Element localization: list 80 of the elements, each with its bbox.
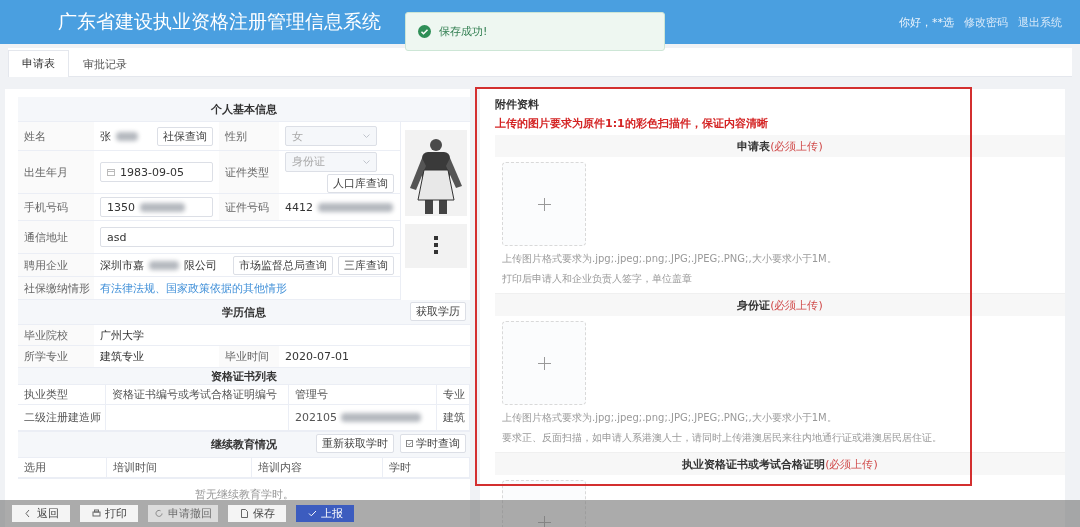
section-title: 继续教育情况 xyxy=(211,437,277,452)
column-header: 专业 xyxy=(437,385,470,405)
printer-icon xyxy=(91,509,101,518)
print-button[interactable]: 打印 xyxy=(80,505,138,522)
section-title: 身份证 xyxy=(737,297,771,313)
plus-icon xyxy=(537,356,551,370)
calendar-icon xyxy=(107,168,115,176)
check-icon xyxy=(307,509,317,518)
table-cell: 二级注册建造师 xyxy=(18,405,106,431)
table-cell: 建筑 xyxy=(437,405,470,431)
upload-hint: 上传图片格式要求为.jpg;.jpeg;.png;.JPG;.JPEG;.PNG;,大小要求小于1M。 xyxy=(502,411,838,425)
field-label: 社保缴纳情形 xyxy=(18,277,94,299)
hours-query-button[interactable]: 学时查询 xyxy=(400,434,466,453)
select-field: 身份证 xyxy=(285,151,377,172)
date-field[interactable]: 1983-09-05 xyxy=(100,162,213,182)
system-title: 广东省建设执业资格注册管理信息系统 xyxy=(58,9,381,34)
field-value: 张 xyxy=(100,128,111,144)
query-button[interactable]: 三库查询 xyxy=(338,255,394,275)
submit-button[interactable]: 上报 xyxy=(296,505,354,522)
field-value: 广州大学 xyxy=(100,327,144,343)
column-header: 培训时间 xyxy=(107,458,252,478)
field-label: 性别 xyxy=(219,122,279,150)
check-circle-icon xyxy=(418,25,431,38)
refetch-button[interactable]: 重新获取学时 xyxy=(316,434,394,453)
toast-message: 保存成功! xyxy=(439,24,488,39)
section-title: 学历信息 xyxy=(222,304,266,320)
chevron-down-icon xyxy=(363,159,370,164)
column-header: 管理号 xyxy=(289,385,437,405)
field-label: 证件类型 xyxy=(219,151,279,193)
upload-notice: 上传的图片要求为原件1:1的彩色扫描件，保证内容清晰 xyxy=(495,116,769,131)
field-label: 通信地址 xyxy=(18,221,94,253)
field-value: 深圳市嘉 xyxy=(100,257,144,273)
field-label: 出生年月 xyxy=(18,151,94,193)
field-label: 姓名 xyxy=(18,122,94,150)
input-field[interactable]: asd xyxy=(100,227,394,247)
column-header: 资格证书编号或考试合格证明编号 xyxy=(106,385,289,405)
field-value: 限公司 xyxy=(184,257,217,273)
column-header: 学时 xyxy=(383,458,470,478)
section-title: 个人基本信息 xyxy=(211,101,277,117)
field-label: 证件号码 xyxy=(219,194,279,220)
tab[interactable]: 审批记录 xyxy=(69,51,141,77)
field-label: 毕业院校 xyxy=(18,325,94,345)
chevron-down-icon xyxy=(363,134,370,138)
refresh-icon xyxy=(154,509,164,518)
section-title: 申请表 xyxy=(737,138,771,154)
field-label: 所学专业 xyxy=(18,346,94,367)
field-label: 聘用企业 xyxy=(18,254,94,276)
user-greeting: 你好，**选 xyxy=(899,14,954,30)
query-button[interactable]: 社保查询 xyxy=(157,126,213,146)
field-value: 2020-07-01 xyxy=(285,350,349,363)
column-header: 培训内容 xyxy=(252,458,383,478)
document-icon xyxy=(239,509,249,518)
upload-hint: 要求正、反面扫描，如申请人系港澳人士，请同时上传港澳居民来往内地通行证或港澳居民居住证。 xyxy=(502,431,943,445)
plus-icon xyxy=(537,197,551,211)
checkbox-icon xyxy=(406,440,413,447)
situation-link[interactable]: 有法律法规、国家政策依据的其他情形 xyxy=(100,280,287,296)
panel-title: 附件资料 xyxy=(495,97,540,112)
column-header: 执业类型 xyxy=(18,385,106,405)
tab[interactable]: 申请表 xyxy=(8,50,69,77)
section-title: 资格证书列表 xyxy=(211,368,277,384)
upload-hint: 上传图片格式要求为.jpg;.jpeg;.png;.JPG;.JPEG;.PNG;,大小要求小于1M。 xyxy=(502,252,838,266)
required-note: (必须上传) xyxy=(770,297,823,313)
query-button[interactable]: 市场监督总局查询 xyxy=(233,255,333,275)
required-note: (必须上传) xyxy=(825,456,878,472)
column-header: 选用 xyxy=(18,458,107,478)
field-value: 4412 xyxy=(285,200,313,214)
section-title: 执业资格证书或考试合格证明 xyxy=(682,456,826,472)
back-button[interactable]: 返回 xyxy=(12,505,70,522)
input-field[interactable]: 1350 xyxy=(100,197,213,217)
field-label: 毕业时间 xyxy=(219,346,279,367)
fetch-button[interactable]: 获取学历 xyxy=(410,302,466,321)
table-cell: 202105 xyxy=(295,411,337,424)
empty-message: 暂无继续教育学时。 xyxy=(194,486,294,502)
upload-hint: 打印后申请人和企业负责人签字，单位盖章 xyxy=(502,272,693,286)
save-button[interactable]: 保存 xyxy=(228,505,286,522)
field-value: 建筑专业 xyxy=(100,349,144,364)
field-label: 手机号码 xyxy=(18,194,94,220)
plus-icon xyxy=(537,515,551,527)
required-note: (必须上传) xyxy=(770,138,823,154)
select-field: 女 xyxy=(285,126,377,146)
